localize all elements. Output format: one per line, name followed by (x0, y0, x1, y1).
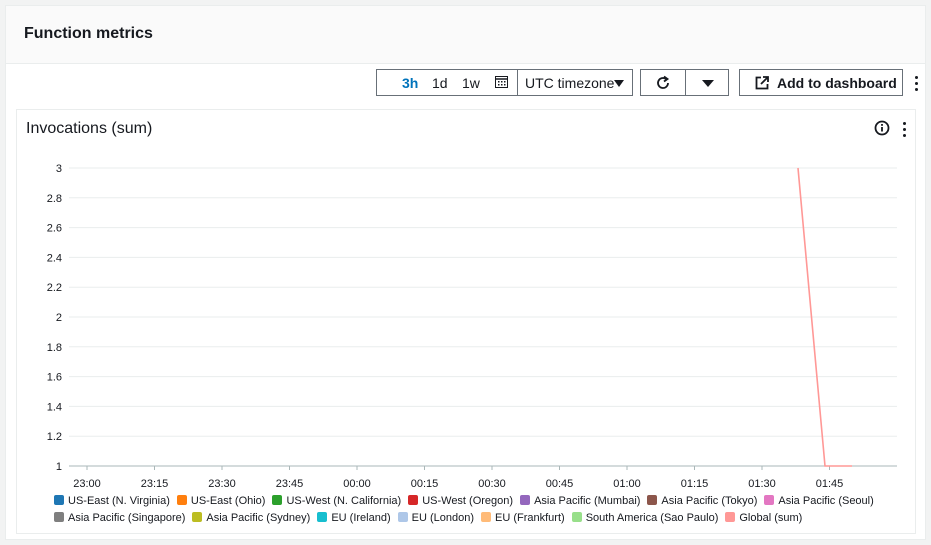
legend-swatch (397, 512, 408, 522)
legend-label: US-West (N. California) (286, 495, 402, 507)
legend-swatch (725, 512, 736, 522)
caret-down-icon (702, 80, 714, 87)
refresh-icon (657, 75, 670, 89)
widget-options-icon[interactable] (903, 122, 907, 138)
legend-item[interactable]: Global (sum) (725, 510, 802, 527)
legend-label: Global (sum) (739, 512, 803, 524)
y-tick-label: 2.8 (47, 193, 62, 205)
legend-label: EU (London) (411, 512, 474, 524)
legend-swatch (481, 512, 491, 522)
legend-label: Asia Pacific (Mumbai) (534, 495, 641, 507)
legend-item[interactable]: Asia Pacific (Seoul) (764, 493, 874, 510)
add-to-dashboard-button[interactable]: Add to dashboard (739, 69, 903, 96)
refresh-button[interactable] (640, 69, 686, 96)
legend-swatch (647, 495, 658, 505)
y-tick-label: 1.2 (47, 431, 62, 443)
time-range-selector: 3h 1d 1w (376, 69, 518, 96)
invocations-chart: 3 2.8 2.6 2.4 2.2 2 1.8 1.6 1.4 1.2 1 23:00 23:15 23… (47, 163, 897, 490)
legend-item[interactable]: EU (London) (397, 510, 474, 527)
y-tick-label: 2.6 (47, 223, 62, 235)
legend-item[interactable]: Asia Pacific (Sydney) (192, 510, 310, 527)
legend-item[interactable]: Asia Pacific (Singapore) (54, 510, 185, 527)
external-link-icon (755, 76, 769, 90)
x-tick-label: 00:15 (411, 478, 439, 490)
legend-label: Asia Pacific (Tokyo) (661, 495, 758, 507)
panel-header: Function metrics (6, 6, 925, 64)
legend-label: Asia Pacific (Singapore) (68, 512, 186, 524)
x-tick-label: 01:15 (681, 478, 709, 490)
legend-item[interactable]: Asia Pacific (Tokyo) (647, 493, 757, 510)
legend-label: EU (Frankfurt) (495, 512, 565, 524)
panel-title: Function metrics (24, 25, 153, 42)
metrics-toolbar: 3h 1d 1w UTC timezone Add to dashboard (6, 66, 925, 102)
legend-item[interactable]: South America (Sao Paulo) (571, 510, 719, 527)
legend-label: US-West (Oregon) (422, 495, 514, 507)
range-3h-button[interactable]: 3h (402, 75, 418, 91)
legend-item[interactable]: EU (Ireland) (317, 510, 391, 527)
x-tick-label: 23:45 (276, 478, 304, 490)
x-tick-label: 00:00 (343, 478, 371, 490)
legend-swatch (272, 495, 283, 505)
legend-swatch (317, 512, 328, 522)
legend-swatch (520, 495, 531, 505)
legend-item[interactable]: US-East (N. Virginia) (54, 493, 170, 510)
x-tick-label: 01:45 (816, 478, 844, 490)
y-tick-label: 2 (56, 312, 62, 324)
more-options-icon[interactable] (915, 76, 919, 92)
function-metrics-panel: Function metrics 3h 1d 1w UTC timezone A… (5, 5, 926, 540)
range-1w-button[interactable]: 1w (462, 75, 480, 91)
legend-item[interactable]: Asia Pacific (Mumbai) (520, 493, 640, 510)
y-tick-label: 1 (56, 461, 62, 473)
legend-item[interactable]: EU (Frankfurt) (481, 510, 565, 527)
legend-label: US-East (N. Virginia) (68, 495, 170, 507)
legend-label: EU (Ireland) (331, 512, 391, 524)
x-tick-label: 01:00 (613, 478, 641, 490)
info-icon[interactable] (874, 120, 890, 136)
legend-swatch (54, 512, 64, 522)
legend-swatch (571, 512, 582, 522)
timezone-select[interactable]: UTC timezone (517, 69, 633, 96)
legend-label: Asia Pacific (Sydney) (206, 512, 311, 524)
range-1d-button[interactable]: 1d (432, 75, 448, 91)
refresh-options-dropdown[interactable] (685, 69, 729, 96)
legend-swatch (408, 495, 419, 505)
y-tick-label: 1.6 (47, 372, 62, 384)
legend-item[interactable]: US-West (N. California) (272, 493, 401, 510)
caret-down-icon (614, 80, 624, 87)
legend-label: US-East (Ohio) (190, 495, 266, 507)
add-to-dashboard-label: Add to dashboard (777, 75, 897, 91)
legend-label: Asia Pacific (Seoul) (778, 495, 874, 507)
legend-label: South America (Sao Paulo) (585, 512, 719, 524)
x-tick-label: 23:30 (208, 478, 236, 490)
y-tick-label: 2.2 (47, 282, 62, 294)
x-tick-label: 01:30 (748, 478, 776, 490)
x-tick-label: 00:30 (478, 478, 506, 490)
y-tick-label: 2.4 (47, 252, 62, 264)
legend-swatch (54, 495, 64, 505)
y-tick-label: 1.8 (47, 342, 62, 354)
invocations-widget: Invocations (sum) 3 2.8 2.6 2.4 2.2 2 1.8 1.6 1.… (16, 109, 916, 534)
x-tick-label: 23:15 (141, 478, 169, 490)
timezone-label: UTC timezone (525, 75, 615, 91)
y-tick-label: 3 (56, 163, 62, 175)
legend-swatch (192, 512, 203, 522)
widget-title: Invocations (sum) (26, 120, 153, 137)
legend-item[interactable]: US-West (Oregon) (408, 493, 513, 510)
legend-swatch (764, 495, 775, 505)
calendar-icon[interactable] (495, 76, 508, 88)
x-tick-label: 23:00 (73, 478, 101, 490)
legend-item[interactable]: US-East (Ohio) (176, 493, 266, 510)
x-tick-label: 00:45 (546, 478, 574, 490)
legend-swatch (176, 495, 187, 505)
y-tick-label: 1.4 (47, 401, 62, 413)
chart-legend: US-East (N. Virginia) US-East (Ohio) US-We… (54, 493, 904, 527)
